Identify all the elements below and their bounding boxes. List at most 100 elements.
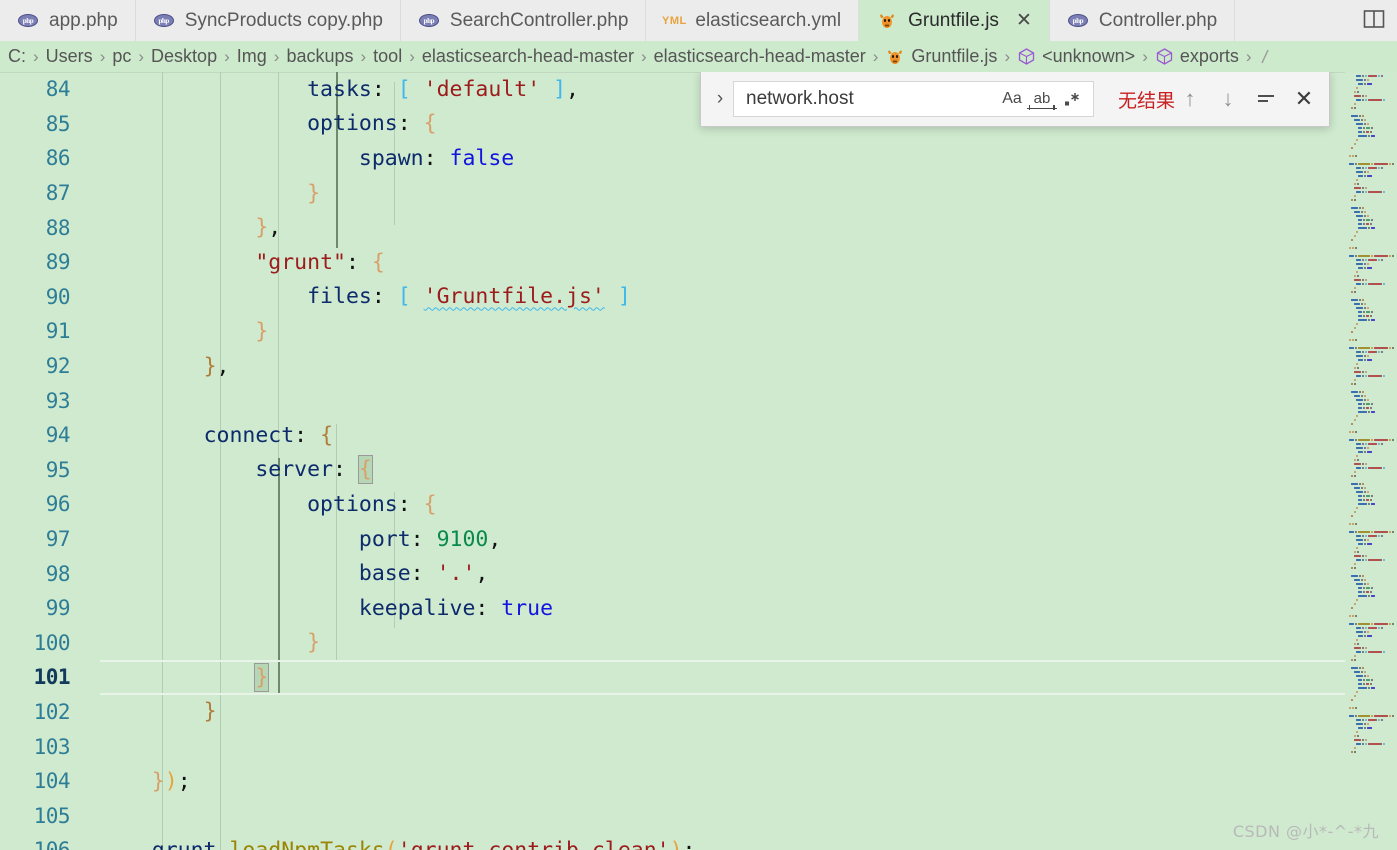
editor-area[interactable]: 84 tasks: [ 'default' ], 85 options: {86 …: [0, 72, 1397, 850]
code-line[interactable]: 87 }: [0, 176, 1397, 211]
breadcrumb-item-c[interactable]: C:: [8, 46, 26, 67]
breadcrumb[interactable]: C: › Users › pc › Desktop › Img › backups › tool › ela…: [0, 41, 1397, 72]
code-token: }: [203, 699, 217, 725]
line-number: 91: [45, 319, 71, 344]
code-token: {: [423, 491, 437, 517]
breadcrumb-item-desktop[interactable]: Desktop: [151, 46, 217, 67]
code-token: true: [501, 595, 554, 621]
editor-tab-syncproducts-copy-php[interactable]: php SyncProducts copy.php: [135, 0, 401, 41]
find-widget[interactable]: › network.host Aa ab 无结果 ↑ ↓ ✕: [700, 72, 1330, 127]
breadcrumb-separator: ›: [224, 46, 230, 66]
code-token: [: [397, 76, 411, 102]
yaml-file-icon: YML: [662, 14, 687, 27]
code-line[interactable]: 99 keepalive: true: [0, 591, 1397, 626]
symbol-module-icon: [1156, 48, 1173, 65]
find-in-selection-button[interactable]: [1251, 84, 1281, 114]
editor-tab-searchcontroller-php[interactable]: php SearchController.php: [400, 0, 647, 41]
code-line[interactable]: 106 grunt.loadNpmTasks('grunt-contrib-cl…: [0, 833, 1397, 850]
minimap-line: [1345, 750, 1397, 754]
line-number: 85: [45, 111, 71, 136]
code-line[interactable]: 102 }: [0, 695, 1397, 730]
editor-tab-app-php[interactable]: php app.php: [0, 0, 136, 41]
breadcrumb-item-pc[interactable]: pc: [112, 46, 131, 67]
code-token: :: [345, 249, 372, 275]
breadcrumb-item-elasticsearch-head-master[interactable]: elasticsearch-head-master: [654, 46, 866, 67]
php-file-icon: php: [18, 11, 38, 31]
code-token: :: [475, 595, 502, 621]
breadcrumb-item-exports[interactable]: exports: [1155, 46, 1239, 67]
breadcrumb-item-gruntfile-js[interactable]: Gruntfile.js: [885, 46, 997, 67]
code-token: {: [320, 422, 334, 448]
editor-tab-controller-php[interactable]: php Controller.php: [1049, 0, 1236, 41]
tab-close-button[interactable]: ✕: [1016, 11, 1032, 30]
code-line[interactable]: 94 connect: {: [0, 418, 1397, 453]
line-content: grunt.loadNpmTasks('grunt-contrib-clean'…: [78, 838, 1397, 850]
code-line[interactable]: 96 options: {: [0, 487, 1397, 522]
code-token: }: [255, 318, 269, 344]
find-input[interactable]: network.host: [746, 88, 997, 110]
match-case-toggle[interactable]: Aa: [997, 85, 1027, 113]
code-token: ;: [177, 768, 191, 794]
code-line[interactable]: 105: [0, 798, 1397, 833]
breadcrumb-item-users[interactable]: Users: [46, 46, 93, 67]
code-token: spawn: [358, 145, 424, 171]
line-content: port: 9100,: [78, 527, 1397, 552]
find-next-button[interactable]: ↓: [1213, 84, 1243, 114]
code-line[interactable]: 104 });: [0, 764, 1397, 799]
code-token: 'grunt-contrib-clean': [398, 838, 670, 850]
breadcrumb-separator: ›: [640, 46, 647, 66]
code-line[interactable]: 97 port: 9100,: [0, 522, 1397, 557]
code-line[interactable]: 93: [0, 383, 1397, 418]
regex-toggle[interactable]: [1057, 85, 1087, 113]
breadcrumb-item-backups[interactable]: backups: [286, 46, 353, 67]
code-line[interactable]: 100 }: [0, 626, 1397, 661]
code-line[interactable]: 89 "grunt": {: [0, 245, 1397, 280]
code-token: connect: [203, 422, 295, 448]
breadcrumb-separator: ›: [360, 46, 367, 66]
whole-word-toggle[interactable]: ab: [1026, 89, 1057, 110]
breadcrumb-item-img[interactable]: Img: [237, 46, 267, 67]
breadcrumb-partial-icon[interactable]: [1259, 48, 1275, 66]
code-token: ]: [553, 76, 567, 102]
code-line[interactable]: 101 }: [0, 660, 1397, 695]
editor-tab-gruntfile-js[interactable]: Gruntfile.js ✕: [859, 0, 1050, 41]
line-content: }: [78, 319, 1397, 344]
toggle-replace-icon[interactable]: ›: [707, 80, 733, 118]
find-previous-button[interactable]: ↑: [1175, 84, 1205, 114]
line-content: files: [ 'Gruntfile.js' ]: [78, 284, 1397, 309]
breadcrumb-item-unknown[interactable]: <unknown>: [1017, 46, 1135, 67]
line-number: 105: [33, 803, 71, 828]
code-line[interactable]: 88 },: [0, 210, 1397, 245]
find-close-button[interactable]: ✕: [1289, 84, 1319, 114]
code-line[interactable]: 95 server: {: [0, 453, 1397, 488]
code-token: ;: [683, 838, 696, 850]
minimap[interactable]: [1345, 72, 1397, 850]
code-line[interactable]: 90 files: [ 'Gruntfile.js' ]: [0, 280, 1397, 315]
line-number: 104: [33, 769, 71, 794]
find-input-box[interactable]: network.host Aa ab: [733, 81, 1094, 117]
code-token: ,: [216, 353, 230, 379]
breadcrumb-item-tool[interactable]: tool: [373, 46, 402, 67]
breadcrumb-separator: ›: [409, 46, 415, 66]
line-content: "grunt": {: [78, 250, 1397, 275]
code-token: }: [254, 662, 270, 692]
code-content[interactable]: 84 tasks: [ 'default' ], 85 options: {86 …: [0, 72, 1397, 850]
tab-label: SyncProducts copy.php: [184, 10, 383, 31]
code-line[interactable]: 86 spawn: false: [0, 141, 1397, 176]
breadcrumb-item-elasticsearch-head-master[interactable]: elasticsearch-head-master: [422, 46, 634, 67]
code-line[interactable]: 98 base: '.',: [0, 556, 1397, 591]
code-line[interactable]: 91 }: [0, 314, 1397, 349]
line-number: 100: [33, 630, 71, 655]
code-line[interactable]: 92 },: [0, 349, 1397, 384]
line-number: 87: [45, 181, 71, 206]
editor-tab-elasticsearch-yml[interactable]: YML elasticsearch.yml: [646, 0, 860, 41]
split-editor-icon[interactable]: [1363, 9, 1385, 33]
code-line[interactable]: 103: [0, 729, 1397, 764]
